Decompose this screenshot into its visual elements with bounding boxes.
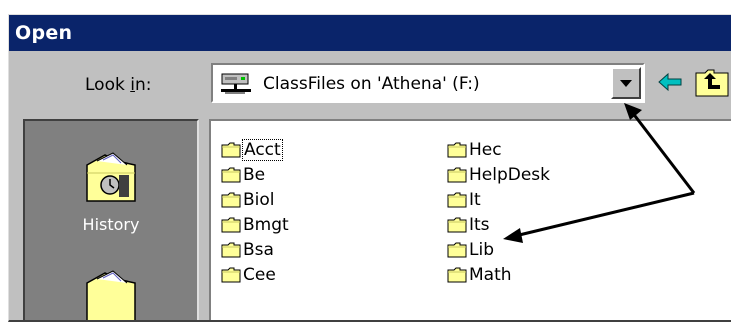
arrowhead-icon — [503, 228, 523, 243]
annotation-line — [514, 191, 695, 238]
annotation-arrows — [503, 103, 696, 243]
arrowhead-icon — [624, 103, 642, 120]
annotation-line — [630, 111, 696, 194]
